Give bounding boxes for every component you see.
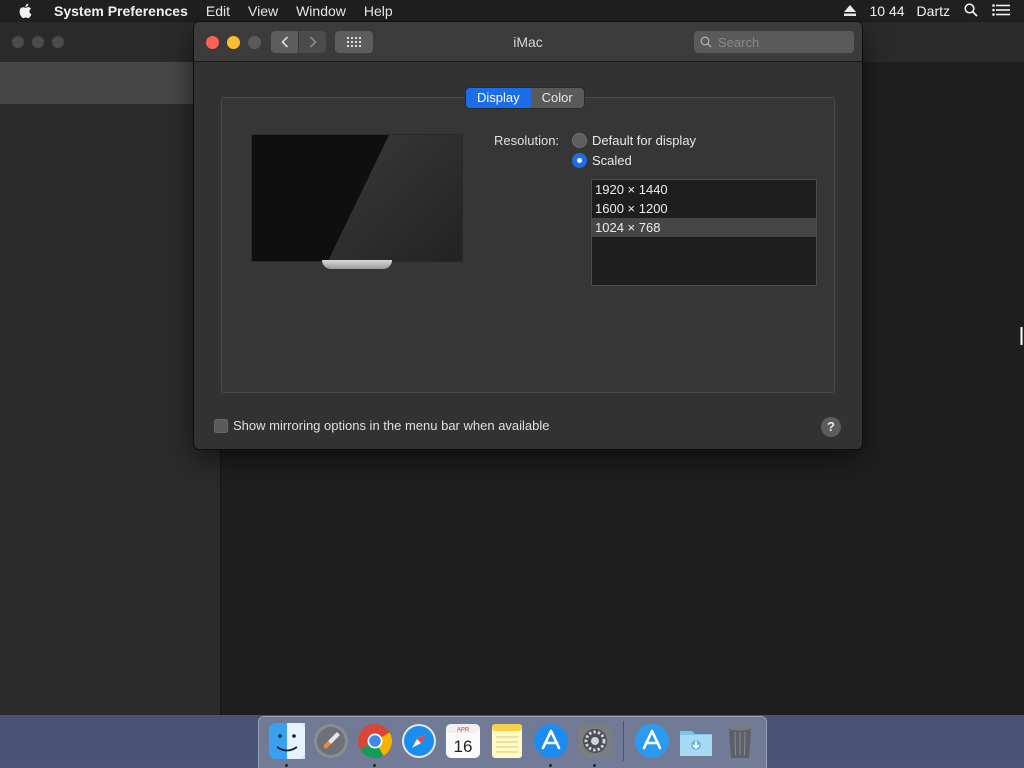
dock-separator	[623, 720, 624, 761]
chrome-icon[interactable]	[356, 722, 394, 767]
menu-view[interactable]: View	[248, 3, 278, 19]
calendar-day: 16	[454, 737, 473, 756]
minimize-button[interactable]	[227, 36, 240, 49]
display-preview-image	[251, 134, 463, 262]
apple-menu-icon[interactable]	[18, 3, 38, 19]
running-indicator	[285, 763, 288, 767]
running-indicator	[593, 763, 596, 767]
radio-default-for-display[interactable]: Default for display	[572, 133, 696, 148]
downloads-folder-icon[interactable]	[677, 722, 715, 760]
mirroring-option[interactable]: Show mirroring options in the menu bar w…	[214, 418, 550, 433]
chevron-right-icon	[309, 36, 317, 48]
spotlight-search-icon[interactable]	[964, 2, 978, 20]
tab-control: Display Color	[466, 88, 584, 108]
menu-user[interactable]: Dartz	[917, 3, 950, 19]
background-sidebar-selected-item[interactable]	[0, 62, 221, 104]
search-icon	[700, 36, 712, 48]
trash-icon[interactable]	[721, 722, 759, 760]
bg-minimize-icon[interactable]	[32, 36, 44, 48]
list-item[interactable]: 1920 × 1440	[592, 180, 816, 199]
mirroring-checkbox[interactable]	[214, 418, 228, 433]
radio-button-selected[interactable]	[572, 153, 587, 168]
menu-edit[interactable]: Edit	[206, 3, 230, 19]
finder-icon[interactable]	[268, 722, 306, 767]
mirroring-label: Show mirroring options in the menu bar w…	[233, 418, 550, 433]
search-field[interactable]	[694, 31, 854, 53]
maximize-button[interactable]	[248, 36, 261, 49]
app-store-download-icon[interactable]	[633, 722, 671, 760]
system-preferences-icon[interactable]	[576, 722, 614, 767]
notification-center-icon[interactable]	[992, 3, 1010, 19]
display-stand	[322, 260, 392, 269]
close-button[interactable]	[206, 36, 219, 49]
search-input[interactable]	[718, 34, 838, 50]
radio-label: Default for display	[592, 133, 697, 148]
bg-close-icon[interactable]	[12, 36, 24, 48]
menu-app-name[interactable]: System Preferences	[54, 3, 188, 19]
eject-icon[interactable]	[843, 3, 856, 19]
menu-bar: System Preferences Edit View Window Help…	[0, 0, 1024, 22]
display-preferences-window: iMac Display Color Resolution: Default f…	[194, 22, 862, 449]
back-button[interactable]	[271, 31, 298, 53]
tab-color[interactable]: Color	[531, 88, 584, 108]
forward-button[interactable]	[299, 31, 326, 53]
tab-display[interactable]: Display	[466, 88, 531, 108]
grid-icon	[347, 37, 361, 47]
menu-clock[interactable]: 10 44	[870, 3, 905, 19]
resolution-list[interactable]: 1920 × 1440 1600 × 1200 1024 × 768	[591, 179, 817, 286]
radio-label: Scaled	[592, 153, 632, 168]
navigation-buttons	[271, 31, 326, 53]
chevron-left-icon	[280, 36, 288, 48]
menu-window[interactable]: Window	[296, 3, 346, 19]
app-store-icon[interactable]	[532, 722, 570, 767]
safari-icon[interactable]	[400, 722, 438, 760]
window-controls	[206, 36, 261, 49]
list-item[interactable]: 1600 × 1200	[592, 199, 816, 218]
notes-icon[interactable]	[488, 722, 526, 760]
text-cursor-icon	[1020, 327, 1023, 345]
calendar-month: APR	[457, 727, 470, 733]
calendar-icon[interactable]: APR 16	[444, 722, 482, 760]
window-titlebar: iMac	[194, 22, 862, 62]
background-sidebar	[0, 62, 221, 715]
radio-button[interactable]	[572, 133, 587, 148]
list-item-selected[interactable]: 1024 × 768	[592, 218, 816, 237]
show-all-button[interactable]	[335, 31, 373, 53]
running-indicator	[373, 763, 376, 767]
launchpad-icon[interactable]	[312, 722, 350, 760]
bg-maximize-icon[interactable]	[52, 36, 64, 48]
resolution-label: Resolution:	[494, 133, 560, 148]
dock: APR 16	[258, 716, 767, 768]
radio-scaled[interactable]: Scaled	[572, 153, 632, 168]
running-indicator	[549, 763, 552, 767]
menu-help[interactable]: Help	[364, 3, 393, 19]
help-button[interactable]: ?	[821, 417, 841, 437]
background-window-controls	[12, 36, 64, 48]
